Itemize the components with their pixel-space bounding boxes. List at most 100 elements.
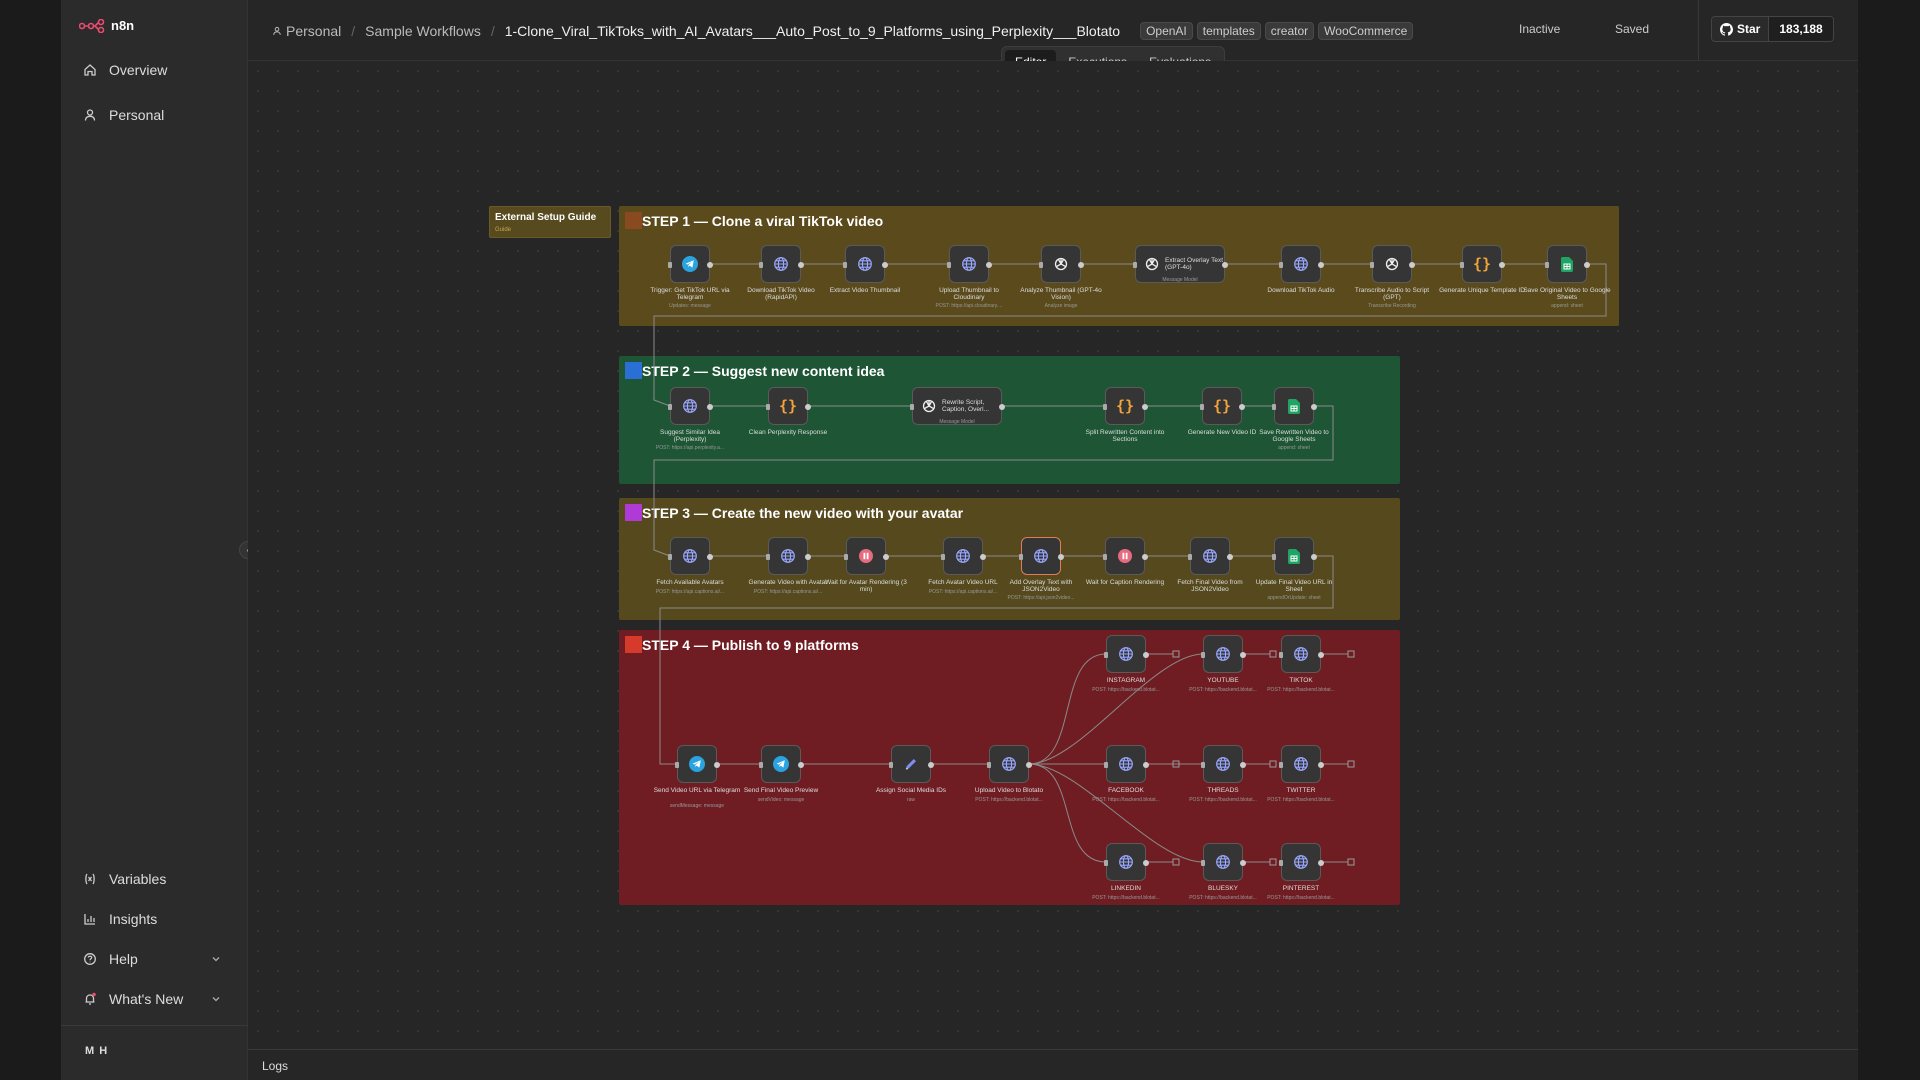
output-handle[interactable] bbox=[1409, 262, 1415, 268]
input-handle[interactable] bbox=[1201, 762, 1205, 768]
workflow-canvas[interactable]: STEP 1 — Clone a viral TikTok video STEP … bbox=[248, 61, 1858, 1049]
add-node-handle[interactable] bbox=[1269, 760, 1277, 768]
workflow-node[interactable] bbox=[947, 245, 992, 283]
workflow-node[interactable]: {} bbox=[766, 387, 811, 425]
workflow-node[interactable] bbox=[675, 745, 720, 783]
input-handle[interactable] bbox=[910, 404, 914, 410]
input-handle[interactable] bbox=[941, 554, 945, 560]
workflow-node[interactable] bbox=[889, 745, 934, 783]
workflow-active-status[interactable]: Inactive bbox=[1519, 22, 1560, 36]
input-handle[interactable] bbox=[1279, 262, 1283, 268]
workflow-node[interactable]: {} bbox=[1103, 387, 1148, 425]
workflow-node[interactable] bbox=[1272, 537, 1317, 575]
workflow-node[interactable] bbox=[759, 245, 804, 283]
output-handle[interactable] bbox=[1058, 554, 1064, 560]
logs-panel[interactable]: Logs bbox=[248, 1049, 1858, 1080]
output-handle[interactable] bbox=[1318, 860, 1324, 866]
output-handle[interactable] bbox=[707, 554, 713, 560]
output-handle[interactable] bbox=[1240, 860, 1246, 866]
output-handle[interactable] bbox=[1311, 404, 1317, 410]
workflow-node[interactable]: {} bbox=[1460, 245, 1505, 283]
breadcrumb-folder[interactable]: Sample Workflows bbox=[365, 23, 481, 39]
workflow-node[interactable] bbox=[1201, 635, 1246, 673]
user-avatar[interactable]: M H bbox=[85, 1045, 108, 1057]
output-handle[interactable] bbox=[1584, 262, 1590, 268]
workflow-node[interactable] bbox=[1104, 635, 1149, 673]
workflow-node[interactable] bbox=[1188, 537, 1233, 575]
output-handle[interactable] bbox=[928, 762, 934, 768]
input-handle[interactable] bbox=[1103, 554, 1107, 560]
sidebar-item-insights[interactable]: Insights bbox=[73, 903, 235, 935]
output-handle[interactable] bbox=[1222, 262, 1228, 268]
workflow-node[interactable] bbox=[1272, 387, 1317, 425]
breadcrumb-project[interactable]: Personal bbox=[286, 23, 341, 39]
workflow-node[interactable] bbox=[987, 745, 1032, 783]
workflow-node[interactable] bbox=[1201, 843, 1246, 881]
add-node-handle[interactable] bbox=[1269, 650, 1277, 658]
output-handle[interactable] bbox=[798, 762, 804, 768]
workflow-node[interactable] bbox=[766, 537, 811, 575]
input-handle[interactable] bbox=[766, 404, 770, 410]
output-handle[interactable] bbox=[1078, 262, 1084, 268]
connection-line[interactable] bbox=[1028, 763, 1107, 863]
workflow-node[interactable] bbox=[1279, 635, 1324, 673]
output-handle[interactable] bbox=[1240, 652, 1246, 658]
workflow-node[interactable] bbox=[668, 387, 713, 425]
output-handle[interactable] bbox=[1227, 554, 1233, 560]
input-handle[interactable] bbox=[1104, 652, 1108, 658]
workflow-node[interactable] bbox=[1279, 245, 1324, 283]
input-handle[interactable] bbox=[1279, 652, 1283, 658]
add-node-handle[interactable] bbox=[1347, 760, 1355, 768]
input-handle[interactable] bbox=[759, 262, 763, 268]
sidebar-item-overview[interactable]: Overview bbox=[73, 54, 235, 86]
workflow-node[interactable] bbox=[1103, 537, 1148, 575]
input-handle[interactable] bbox=[843, 262, 847, 268]
workflow-node[interactable] bbox=[1545, 245, 1590, 283]
github-star-button[interactable]: Star 183,188 bbox=[1711, 16, 1834, 42]
workflow-node[interactable] bbox=[1019, 537, 1064, 575]
output-handle[interactable] bbox=[1499, 262, 1505, 268]
input-handle[interactable] bbox=[668, 554, 672, 560]
input-handle[interactable] bbox=[1200, 404, 1204, 410]
output-handle[interactable] bbox=[798, 262, 804, 268]
output-handle[interactable] bbox=[1143, 860, 1149, 866]
add-node-handle[interactable] bbox=[1172, 858, 1180, 866]
input-handle[interactable] bbox=[1201, 652, 1205, 658]
output-handle[interactable] bbox=[1318, 262, 1324, 268]
workflow-node[interactable] bbox=[668, 537, 713, 575]
sidebar-item-personal[interactable]: Personal bbox=[73, 99, 235, 131]
output-handle[interactable] bbox=[1142, 554, 1148, 560]
tag[interactable]: templates bbox=[1196, 22, 1261, 40]
sidebar-item-whats-new[interactable]: What's New bbox=[73, 983, 235, 1015]
input-handle[interactable] bbox=[844, 554, 848, 560]
input-handle[interactable] bbox=[1279, 762, 1283, 768]
workflow-node[interactable] bbox=[844, 537, 889, 575]
input-handle[interactable] bbox=[1272, 404, 1276, 410]
input-handle[interactable] bbox=[759, 762, 763, 768]
workflow-node[interactable] bbox=[668, 245, 713, 283]
output-handle[interactable] bbox=[1240, 762, 1246, 768]
input-handle[interactable] bbox=[1019, 554, 1023, 560]
output-handle[interactable] bbox=[805, 554, 811, 560]
connection-line[interactable] bbox=[1028, 653, 1107, 765]
input-handle[interactable] bbox=[675, 762, 679, 768]
input-handle[interactable] bbox=[1201, 860, 1205, 866]
workflow-name[interactable]: 1-Clone_Viral_TikToks_with_AI_Avatars___… bbox=[505, 23, 1120, 39]
output-handle[interactable] bbox=[1318, 762, 1324, 768]
input-handle[interactable] bbox=[766, 554, 770, 560]
n8n-logo[interactable]: n8n bbox=[79, 18, 134, 33]
workflow-node[interactable] bbox=[1039, 245, 1084, 283]
output-handle[interactable] bbox=[1143, 652, 1149, 658]
input-handle[interactable] bbox=[1039, 262, 1043, 268]
output-handle[interactable] bbox=[1311, 554, 1317, 560]
input-handle[interactable] bbox=[1370, 262, 1374, 268]
output-handle[interactable] bbox=[1318, 652, 1324, 658]
input-handle[interactable] bbox=[889, 762, 893, 768]
workflow-node[interactable] bbox=[1279, 745, 1324, 783]
tag[interactable]: WooCommerce bbox=[1318, 22, 1414, 40]
output-handle[interactable] bbox=[805, 404, 811, 410]
workflow-node[interactable] bbox=[1104, 843, 1149, 881]
add-node-handle[interactable] bbox=[1172, 650, 1180, 658]
sidebar-item-variables[interactable]: Variables bbox=[73, 863, 235, 895]
output-handle[interactable] bbox=[707, 404, 713, 410]
